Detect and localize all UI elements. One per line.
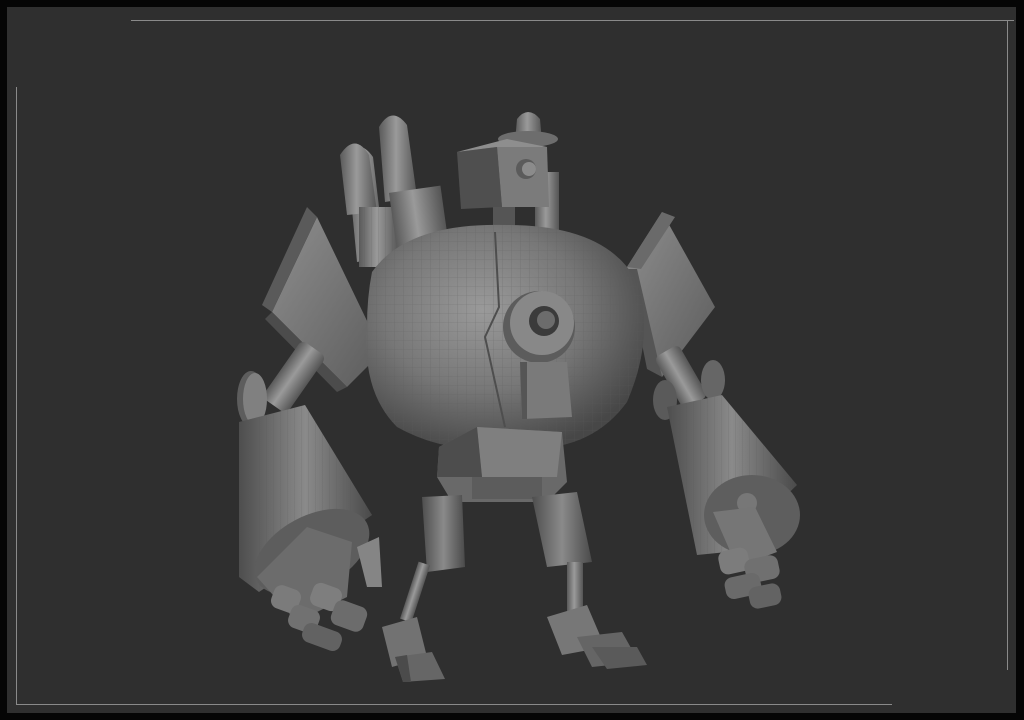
robot-model[interactable] bbox=[7, 7, 1016, 713]
head-unit bbox=[457, 112, 559, 232]
left-leg bbox=[382, 495, 465, 682]
torso-sphere bbox=[366, 224, 645, 449]
right-leg bbox=[532, 492, 647, 669]
3d-viewport[interactable] bbox=[7, 7, 1016, 713]
app-window bbox=[0, 0, 1024, 720]
waist-hip bbox=[437, 427, 567, 502]
